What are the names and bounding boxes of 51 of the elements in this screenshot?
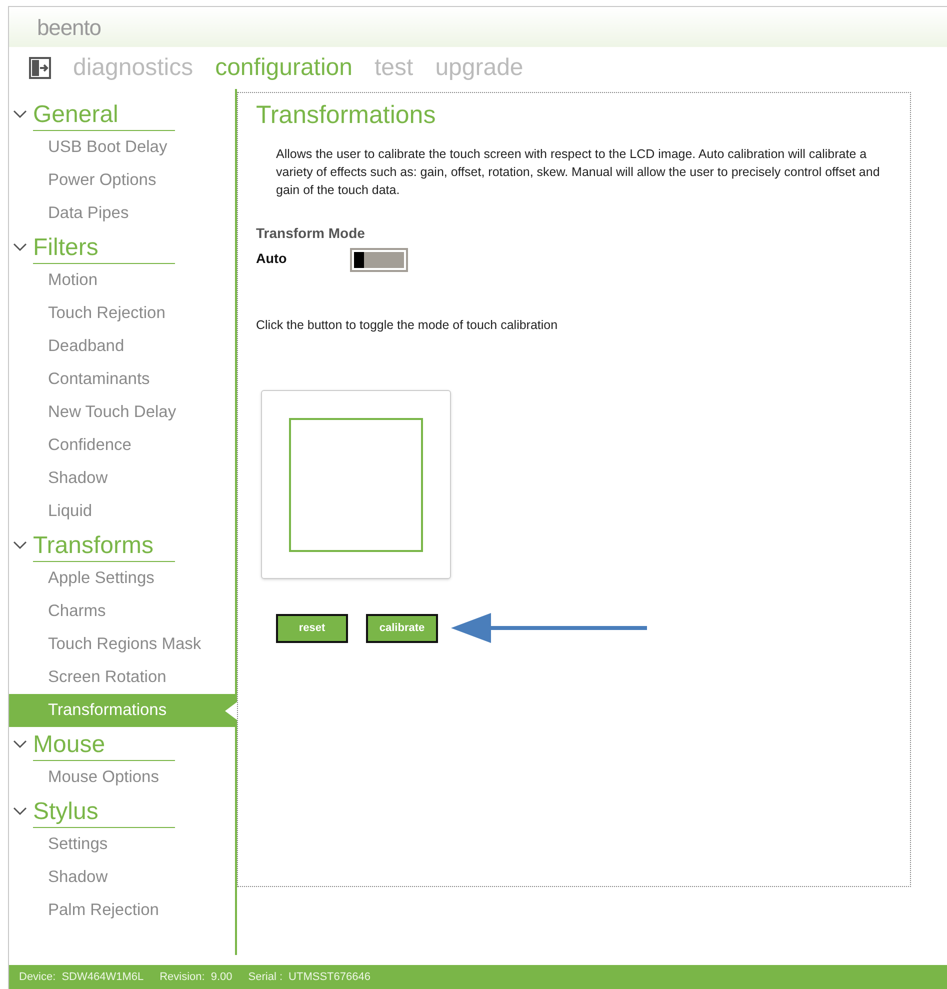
logo: beento <box>37 14 101 42</box>
mode-heading: Transform Mode <box>256 224 366 242</box>
sidebar-item[interactable]: Screen Rotation <box>9 661 235 694</box>
exit-icon[interactable] <box>29 57 51 79</box>
chevron-icon[interactable] <box>13 806 27 816</box>
action-button[interactable]: reset <box>276 614 348 643</box>
status-value: SDW464W1M6L <box>62 970 144 985</box>
sidebar-item[interactable]: Motion <box>9 264 235 297</box>
status-label: Serial : <box>248 970 283 985</box>
chevron-icon[interactable] <box>13 242 27 252</box>
sidebar-item[interactable]: Shadow <box>9 861 235 894</box>
nav-tab[interactable]: upgrade <box>435 50 524 86</box>
panel-title: Transformations <box>256 100 437 131</box>
sidebar-item[interactable]: Deadband <box>9 330 235 363</box>
sidebar-item[interactable]: Transformations <box>9 694 237 727</box>
sidebar-item[interactable]: Apple Settings <box>9 562 235 595</box>
sidebar-item[interactable]: Shadow <box>9 462 235 495</box>
status-label: Device: <box>19 970 56 985</box>
nav-tab[interactable]: configuration <box>215 50 353 86</box>
sidebar-item[interactable]: Confidence <box>9 429 235 462</box>
status-label: Revision: <box>160 970 205 985</box>
section-heading[interactable]: Transforms <box>33 531 175 562</box>
sidebar-item[interactable]: Settings <box>9 828 235 861</box>
pointer-icon <box>225 702 237 720</box>
sidebar-item[interactable]: Data Pipes <box>9 197 235 230</box>
status-value: 9.00 <box>210 970 232 985</box>
section-heading[interactable]: Stylus <box>33 797 175 828</box>
description-text: Allows the user to calibrate the touch screen with respect to the LCD image. Auto calibration will calibrate a variety of effects such as: gain, offset, rotation, skew. Manual will allow the user to precisely control offset and gain of the touch data. <box>276 146 881 198</box>
sidebar-item[interactable]: Contaminants <box>9 363 235 396</box>
sidebar-item[interactable]: Palm Rejection <box>9 894 235 927</box>
sidebar-item[interactable]: USB Boot Delay <box>9 131 235 164</box>
sidebar-item[interactable]: Touch Regions Mask <box>9 628 235 661</box>
mode-label: Auto <box>256 250 288 268</box>
section-heading[interactable]: General <box>33 100 175 131</box>
sidebar-item[interactable]: Power Options <box>9 164 235 197</box>
sidebar-item[interactable]: Mouse Options <box>9 761 235 794</box>
chevron-icon[interactable] <box>13 109 27 119</box>
sidebar-item[interactable]: New Touch Delay <box>9 396 235 429</box>
mode-toggle[interactable] <box>350 248 408 272</box>
nav-tab[interactable]: test <box>374 50 414 86</box>
status-value: UTMSST676646 <box>288 970 370 985</box>
hint-text: Click the button to toggle the mode of touch calibration <box>256 316 559 334</box>
sidebar-item[interactable]: Charms <box>9 595 235 628</box>
action-button[interactable]: calibrate <box>366 614 438 643</box>
section-heading[interactable]: Mouse <box>33 730 175 761</box>
sidebar-item[interactable]: Liquid <box>9 495 235 528</box>
chevron-icon[interactable] <box>13 540 27 550</box>
sidebar-item[interactable]: Touch Rejection <box>9 297 235 330</box>
section-heading[interactable]: Filters <box>33 233 175 264</box>
nav-tab[interactable]: diagnostics <box>73 50 194 86</box>
chevron-icon[interactable] <box>13 739 27 749</box>
